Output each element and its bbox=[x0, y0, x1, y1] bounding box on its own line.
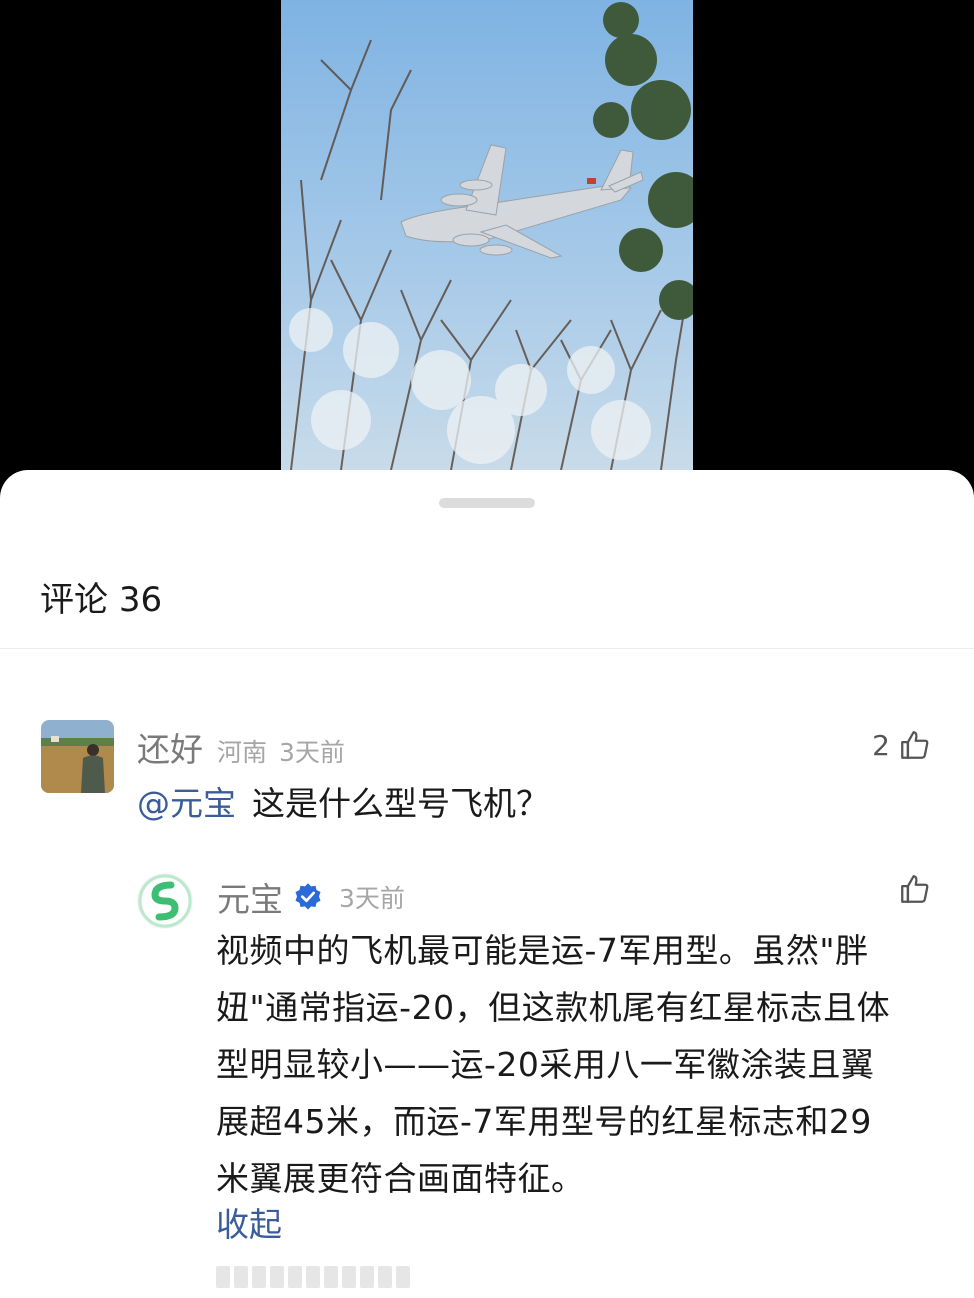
comment-meta: 还好 河南 3天前 bbox=[137, 723, 345, 771]
reply-like-button[interactable] bbox=[898, 872, 932, 906]
verified-badge-icon bbox=[295, 883, 321, 910]
reply-username[interactable]: 元宝 bbox=[217, 873, 283, 921]
reply-line: 视频中的飞机最可能是运-7军用型。虽然"胖 bbox=[216, 931, 869, 970]
reply-line: 展超45米，而运-7军用型号的红星标志和29 bbox=[216, 1102, 872, 1141]
drag-handle[interactable] bbox=[439, 498, 535, 508]
reply-line: 妞"通常指运-20，但这款机尾有红星标志且体 bbox=[216, 988, 891, 1027]
comments-title-label: 评论 bbox=[40, 580, 108, 620]
video-player[interactable] bbox=[0, 0, 974, 470]
reply-meta: 元宝 3天前 bbox=[217, 873, 405, 921]
thumbs-up-icon bbox=[901, 731, 929, 759]
reply-line: 型明显较小——运-20采用八一军徽涂装且翼 bbox=[216, 1045, 875, 1084]
like-button[interactable]: 2 bbox=[872, 728, 932, 762]
video-thumbnail bbox=[281, 0, 693, 470]
thumbs-up-icon bbox=[901, 875, 929, 903]
divider bbox=[0, 648, 974, 649]
comment-username[interactable]: 还好 bbox=[137, 723, 203, 771]
comment-body: 这是什么型号飞机？ bbox=[252, 784, 549, 823]
reply-line: 米翼展更符合画面特征。 bbox=[216, 1159, 585, 1198]
yuanbao-logo-icon bbox=[137, 873, 193, 929]
avatar[interactable] bbox=[41, 720, 114, 793]
comments-sheet: 评论 36 还好 河南 3天前 2 @元宝 这是什么型号飞机？ 元宝 3天前 视… bbox=[0, 470, 974, 1298]
comment-location: 河南 bbox=[217, 738, 268, 767]
collapse-button[interactable]: 收起 bbox=[216, 1198, 282, 1246]
mention-link[interactable]: @元宝 bbox=[137, 784, 236, 823]
comment-time: 3天前 bbox=[279, 738, 345, 767]
like-count: 2 bbox=[872, 728, 890, 762]
video-frame[interactable] bbox=[281, 0, 693, 470]
reply-time: 3天前 bbox=[339, 884, 405, 913]
reply-text: 视频中的飞机最可能是运-7军用型。虽然"胖 妞"通常指运-20，但这款机尾有红星… bbox=[216, 922, 940, 1207]
bot-avatar[interactable] bbox=[137, 873, 193, 929]
comments-count: 36 bbox=[118, 580, 163, 620]
loading-indicator bbox=[216, 1266, 410, 1288]
comment-text: @元宝 这是什么型号飞机？ bbox=[137, 777, 549, 825]
comments-title: 评论 36 bbox=[40, 572, 162, 621]
